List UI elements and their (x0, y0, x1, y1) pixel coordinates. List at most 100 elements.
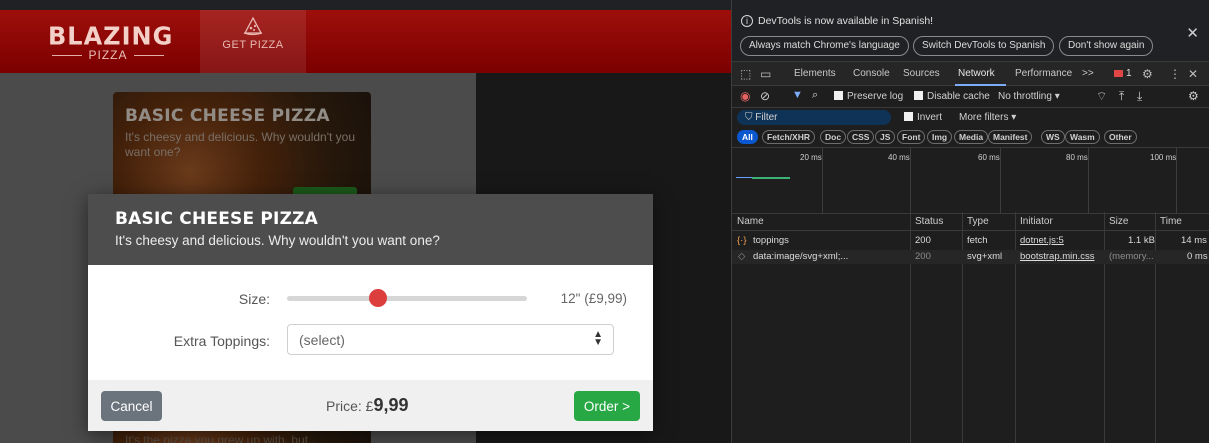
search-icon[interactable]: ⌕ (812, 89, 818, 102)
request-type: svg+xml (967, 251, 1003, 262)
type-filter-other[interactable]: Other (1104, 130, 1137, 144)
type-filter-css[interactable]: CSS (847, 130, 875, 144)
tab-sources[interactable]: Sources (903, 68, 940, 79)
column-header-size[interactable]: Size (1109, 216, 1128, 227)
settings-icon[interactable]: ⚙ (1142, 67, 1153, 81)
type-filter-wasm[interactable]: Wasm (1065, 130, 1100, 144)
brand-divider-left (52, 54, 83, 56)
disable-cache-label: Disable cache (927, 91, 990, 102)
tab-elements[interactable]: Elements (794, 68, 836, 79)
size-slider-thumb[interactable] (369, 289, 388, 307)
overview-tick: 40 ms (888, 153, 910, 162)
record-icon[interactable]: ◉ (740, 89, 750, 103)
dialog-title: BASIC CHEESE PIZZA (115, 209, 318, 229)
checkbox-icon (914, 91, 923, 100)
type-filter-doc[interactable]: Doc (820, 130, 847, 144)
price-display: Price: £9,99 (326, 395, 409, 416)
preserve-log-checkbox[interactable]: Preserve log (834, 91, 903, 102)
devtools-tabbar: ⬚ ▭ Elements Console Sources Network Per… (732, 62, 1209, 86)
more-filters-dropdown[interactable]: More filters ▾ (959, 112, 1016, 123)
select-updown-icon: ▲ ▼ (593, 329, 603, 348)
nav-get-pizza[interactable]: GET PIZZA (200, 10, 306, 73)
issues-badge[interactable]: 1 (1114, 68, 1132, 79)
disable-cache-checkbox[interactable]: Disable cache (914, 91, 990, 102)
column-header-status[interactable]: Status (915, 216, 943, 227)
match-language-button[interactable]: Always match Chrome's language (740, 36, 909, 56)
request-initiator[interactable]: bootstrap.min.css (1020, 251, 1094, 262)
tab-performance[interactable]: Performance (1015, 68, 1072, 79)
fetch-icon: {·} (737, 235, 747, 246)
brand-logo[interactable]: BLAZING PIZZA (48, 21, 172, 62)
tab-console[interactable]: Console (853, 68, 890, 79)
pizza-app: BLAZING PIZZA GET PIZZA BASIC CHEESE PIZ… (0, 0, 731, 443)
inspect-element-icon[interactable]: ⬚ (740, 67, 751, 81)
size-value: 12" (£9,99) (560, 291, 627, 306)
network-overview[interactable]: 20 ms 40 ms 60 ms 80 ms 100 ms (732, 148, 1209, 214)
dialog-header: BASIC CHEESE PIZZA It's cheesy and delic… (88, 194, 653, 265)
request-initiator[interactable]: dotnet.js:5 (1020, 235, 1064, 246)
checkbox-icon (904, 112, 913, 121)
network-settings-icon[interactable]: ⚙ (1188, 89, 1199, 103)
clear-icon[interactable]: ⊘ (760, 89, 770, 103)
type-filter-img[interactable]: Img (927, 130, 953, 144)
overview-gridline (822, 148, 823, 214)
order-button[interactable]: Order > (574, 391, 640, 421)
app-top-strip (0, 0, 731, 10)
cancel-button[interactable]: Cancel (101, 391, 162, 421)
import-har-icon[interactable]: ⤒ (1119, 89, 1124, 104)
filter-bar: ⛉ Filter Invert More filters ▾ (732, 108, 1209, 128)
resource-type-filters: All Fetch/XHR Doc CSS JS Font Img Media … (732, 128, 1209, 148)
network-conditions-icon[interactable]: ⌔ (1096, 89, 1107, 104)
more-filters-label: More filters (959, 112, 1009, 123)
more-tabs-button[interactable]: >> (1082, 68, 1094, 79)
request-size: (memory... (1109, 251, 1154, 262)
table-row[interactable]: {·} toppings 200 fetch dotnet.js:5 1.1 k… (732, 234, 1209, 248)
overview-tick: 80 ms (1066, 153, 1088, 162)
network-requests-table: Name Status Type Initiator Size Time {·}… (732, 212, 1209, 443)
request-status: 200 (915, 251, 931, 262)
column-header-name[interactable]: Name (737, 216, 764, 227)
top-banner: BLAZING PIZZA (0, 10, 731, 73)
request-name: toppings (753, 235, 789, 246)
overview-tick: 20 ms (800, 153, 822, 162)
filter-input[interactable]: ⛉ Filter (737, 110, 891, 125)
throttling-select[interactable]: No throttling ▾ (998, 91, 1060, 102)
type-filter-manifest[interactable]: Manifest (988, 130, 1033, 144)
device-toolbar-icon[interactable]: ▭ (760, 67, 771, 81)
price-value: 9,99 (373, 395, 409, 415)
column-header-initiator[interactable]: Initiator (1020, 216, 1053, 227)
size-slider[interactable] (287, 296, 527, 301)
request-time: 0 ms (1187, 251, 1208, 262)
close-devtools-icon[interactable]: ✕ (1188, 67, 1198, 81)
export-har-icon[interactable]: ⤓ (1137, 89, 1142, 104)
type-filter-media[interactable]: Media (954, 130, 989, 144)
tab-network[interactable]: Network (958, 68, 995, 79)
brand-divider-right (133, 54, 164, 56)
column-header-type[interactable]: Type (967, 216, 989, 227)
toppings-select-value: (select) (299, 332, 345, 348)
table-header: Name Status Type Initiator Size Time (732, 212, 1209, 231)
overview-tick: 100 ms (1150, 153, 1177, 162)
language-infobar: i DevTools is now available in Spanish! … (732, 0, 1209, 62)
type-filter-fetch[interactable]: Fetch/XHR (762, 130, 815, 144)
dont-show-again-button[interactable]: Don't show again (1059, 36, 1154, 56)
filter-icon[interactable]: ▼ (792, 89, 803, 101)
type-filter-js[interactable]: JS (875, 130, 896, 144)
checkbox-icon (834, 91, 843, 100)
network-toolbar: ◉ ⊘ ▼ ⌕ Preserve log Disable cache No th… (732, 86, 1209, 108)
switch-spanish-button[interactable]: Switch DevTools to Spanish (913, 36, 1055, 56)
column-header-time[interactable]: Time (1160, 216, 1182, 227)
type-filter-font[interactable]: Font (897, 130, 926, 144)
request-status: 200 (915, 235, 931, 246)
toppings-select[interactable]: (select) ▲ ▼ (287, 324, 614, 355)
close-icon[interactable]: ✕ (1186, 24, 1199, 42)
devtools-panel: i DevTools is now available in Spanish! … (731, 0, 1209, 443)
kebab-menu-icon[interactable]: ⋮ (1169, 67, 1181, 81)
request-time: 14 ms (1181, 235, 1207, 246)
info-icon: i (741, 15, 753, 27)
invert-checkbox[interactable]: Invert (904, 112, 942, 123)
type-filter-all[interactable]: All (737, 130, 758, 144)
type-filter-ws[interactable]: WS (1041, 130, 1065, 144)
overview-gridline (910, 148, 911, 214)
table-row[interactable]: ◇ data:image/svg+xml;... 200 svg+xml boo… (732, 250, 1209, 264)
